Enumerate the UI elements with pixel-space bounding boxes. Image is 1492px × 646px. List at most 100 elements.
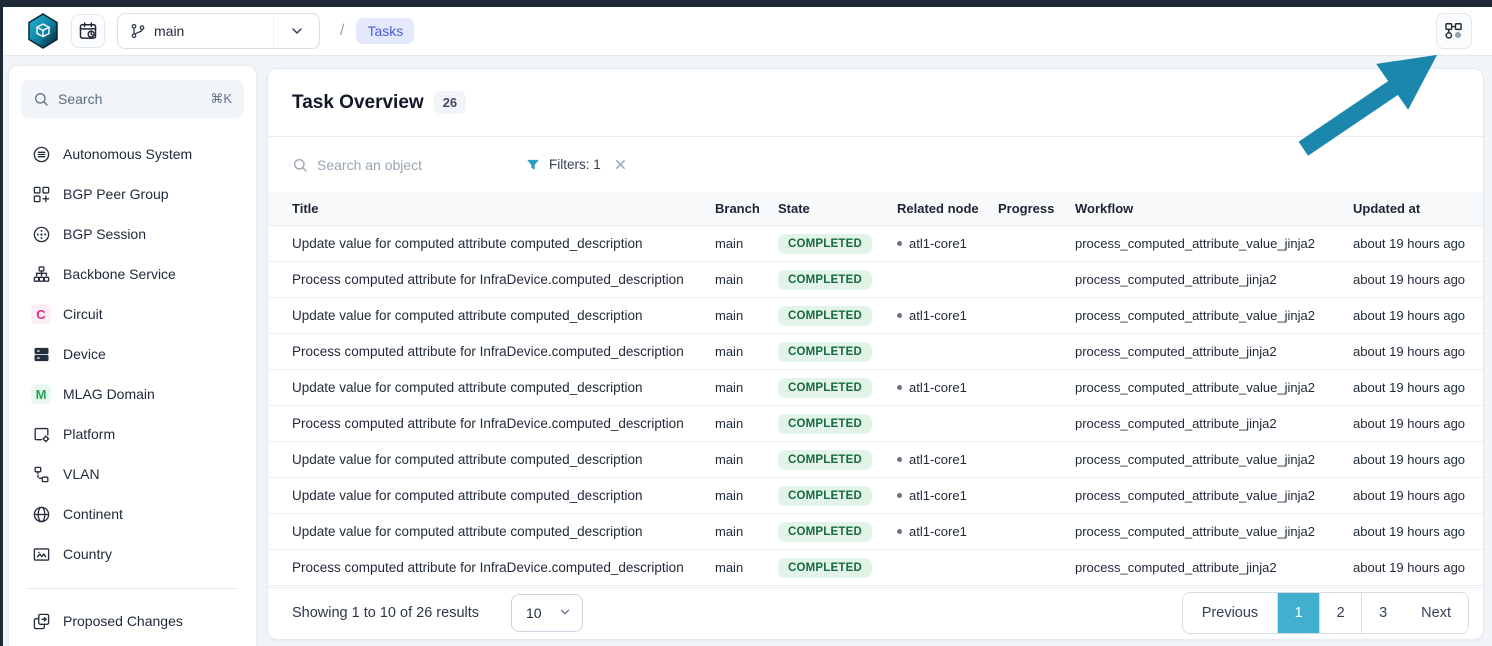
sidebar-item-bgp-session[interactable]: BGP Session: [21, 214, 244, 254]
sidebar-item-proposed-changes[interactable]: Proposed Changes: [21, 601, 244, 641]
state-badge: COMPLETED: [778, 270, 872, 290]
sidebar-search[interactable]: Search ⌘K: [21, 80, 244, 118]
chevron-down-icon: [289, 23, 305, 39]
sidebar-item-circuit[interactable]: C Circuit: [21, 294, 244, 334]
sidebar-item-device[interactable]: Device: [21, 334, 244, 374]
sidebar-item-country[interactable]: Country: [21, 534, 244, 574]
related-node-dot: [897, 385, 902, 390]
state-badge: COMPLETED: [778, 558, 872, 578]
search-icon: [33, 91, 49, 107]
sidebar-item-vlan[interactable]: VLAN: [21, 454, 244, 494]
page-button-2[interactable]: 2: [1320, 593, 1362, 633]
object-search[interactable]: [292, 157, 497, 173]
table-row[interactable]: Update value for computed attribute comp…: [268, 478, 1483, 514]
app-window: main / Tasks Search ⌘K: [0, 0, 1492, 646]
cell-state: COMPLETED: [778, 522, 897, 542]
sidebar-item-object-management[interactable]: Object Management: [21, 641, 244, 646]
related-node-dot: [897, 457, 902, 462]
panel-title-row: Task Overview 26: [268, 69, 1483, 137]
cell-updated-at: about 19 hours ago: [1353, 308, 1484, 323]
table-row[interactable]: Process computed attribute for InfraDevi…: [268, 262, 1483, 298]
sidebar-item-bgp-peer-group[interactable]: BGP Peer Group: [21, 174, 244, 214]
top-header: main / Tasks: [3, 7, 1492, 56]
cell-related-node: atl1-core1: [897, 380, 998, 395]
device-icon: [31, 344, 51, 364]
sidebar-divider: [27, 588, 238, 589]
sidebar-item-continent[interactable]: Continent: [21, 494, 244, 534]
filters-button[interactable]: Filters: 1: [525, 157, 601, 173]
state-badge: COMPLETED: [778, 450, 872, 470]
related-node-label: atl1-core1: [909, 452, 967, 467]
cell-workflow: process_computed_attribute_value_jinja2: [1075, 308, 1353, 323]
sidebar-item-backbone-service[interactable]: Backbone Service: [21, 254, 244, 294]
x-icon: [613, 157, 628, 172]
sidebar-item-label: VLAN: [63, 466, 100, 482]
next-page-button[interactable]: Next: [1404, 593, 1468, 633]
table-row[interactable]: Update value for computed attribute comp…: [268, 298, 1483, 334]
bgp-session-icon: [31, 224, 51, 244]
cell-state: COMPLETED: [778, 306, 897, 326]
table-row[interactable]: Update value for computed attribute comp…: [268, 442, 1483, 478]
table-row[interactable]: Process computed attribute for InfraDevi…: [268, 334, 1483, 370]
cell-title: Process computed attribute for InfraDevi…: [268, 344, 715, 359]
cell-branch: main: [715, 452, 778, 467]
filters-label: Filters: 1: [549, 157, 601, 172]
table-row[interactable]: Process computed attribute for InfraDevi…: [268, 550, 1483, 586]
table-row[interactable]: Process computed attribute for InfraDevi…: [268, 406, 1483, 442]
cell-branch: main: [715, 236, 778, 251]
platform-icon: [31, 424, 51, 444]
sidebar-item-label: Autonomous System: [63, 146, 192, 162]
sidebar-item-autonomous-system[interactable]: Autonomous System: [21, 134, 244, 174]
related-node-label: atl1-core1: [909, 488, 967, 503]
cell-title: Update value for computed attribute comp…: [268, 308, 715, 323]
cell-workflow: process_computed_attribute_jinja2: [1075, 560, 1353, 575]
page-button-1[interactable]: 1: [1278, 593, 1320, 633]
cell-related-node: atl1-core1: [897, 452, 998, 467]
cell-branch: main: [715, 380, 778, 395]
related-node-dot: [897, 493, 902, 498]
table-row[interactable]: Update value for computed attribute comp…: [268, 370, 1483, 406]
cell-state: COMPLETED: [778, 378, 897, 398]
cell-updated-at: about 19 hours ago: [1353, 272, 1484, 287]
cell-title: Update value for computed attribute comp…: [268, 380, 715, 395]
cell-workflow: process_computed_attribute_value_jinja2: [1075, 452, 1353, 467]
page-size-select[interactable]: 10: [511, 594, 583, 632]
cell-related-node: atl1-core1: [897, 488, 998, 503]
previous-page-button[interactable]: Previous: [1183, 593, 1278, 633]
page-button-3[interactable]: 3: [1362, 593, 1404, 633]
cell-updated-at: about 19 hours ago: [1353, 452, 1484, 467]
git-branch-icon: [130, 23, 146, 39]
related-node-label: atl1-core1: [909, 236, 967, 251]
branch-selector-caret[interactable]: [273, 14, 319, 48]
cell-state: COMPLETED: [778, 450, 897, 470]
cell-state: COMPLETED: [778, 414, 897, 434]
continent-icon: [31, 504, 51, 524]
state-badge: COMPLETED: [778, 306, 872, 326]
branch-selector[interactable]: main: [117, 13, 320, 49]
infrahub-logo-icon[interactable]: [27, 13, 59, 49]
sidebar-item-mlag-domain[interactable]: M MLAG Domain: [21, 374, 244, 414]
cell-updated-at: about 19 hours ago: [1353, 416, 1484, 431]
table-row[interactable]: Update value for computed attribute comp…: [268, 514, 1483, 550]
cell-state: COMPLETED: [778, 486, 897, 506]
schema-icon-button[interactable]: [1436, 13, 1472, 49]
branch-name: main: [154, 23, 184, 39]
column-header-state: State: [778, 201, 897, 216]
sidebar-item-label: Circuit: [63, 306, 103, 322]
breadcrumb-tasks[interactable]: Tasks: [356, 18, 414, 44]
branch-selector-value: main: [118, 23, 273, 39]
related-node-dot: [897, 529, 902, 534]
cell-workflow: process_computed_attribute_value_jinja2: [1075, 380, 1353, 395]
related-node-dot: [897, 313, 902, 318]
sidebar-search-shortcut: ⌘K: [210, 91, 232, 107]
sidebar-item-label: BGP Session: [63, 226, 146, 242]
table-row[interactable]: Update value for computed attribute comp…: [268, 226, 1483, 262]
page-title: Task Overview: [292, 92, 424, 114]
cell-branch: main: [715, 560, 778, 575]
column-header-related-node: Related node: [897, 201, 998, 216]
clear-filters-button[interactable]: [613, 157, 628, 172]
cell-branch: main: [715, 272, 778, 287]
object-search-input[interactable]: [317, 157, 477, 173]
sidebar-item-platform[interactable]: Platform: [21, 414, 244, 454]
date-time-button[interactable]: [71, 14, 105, 48]
